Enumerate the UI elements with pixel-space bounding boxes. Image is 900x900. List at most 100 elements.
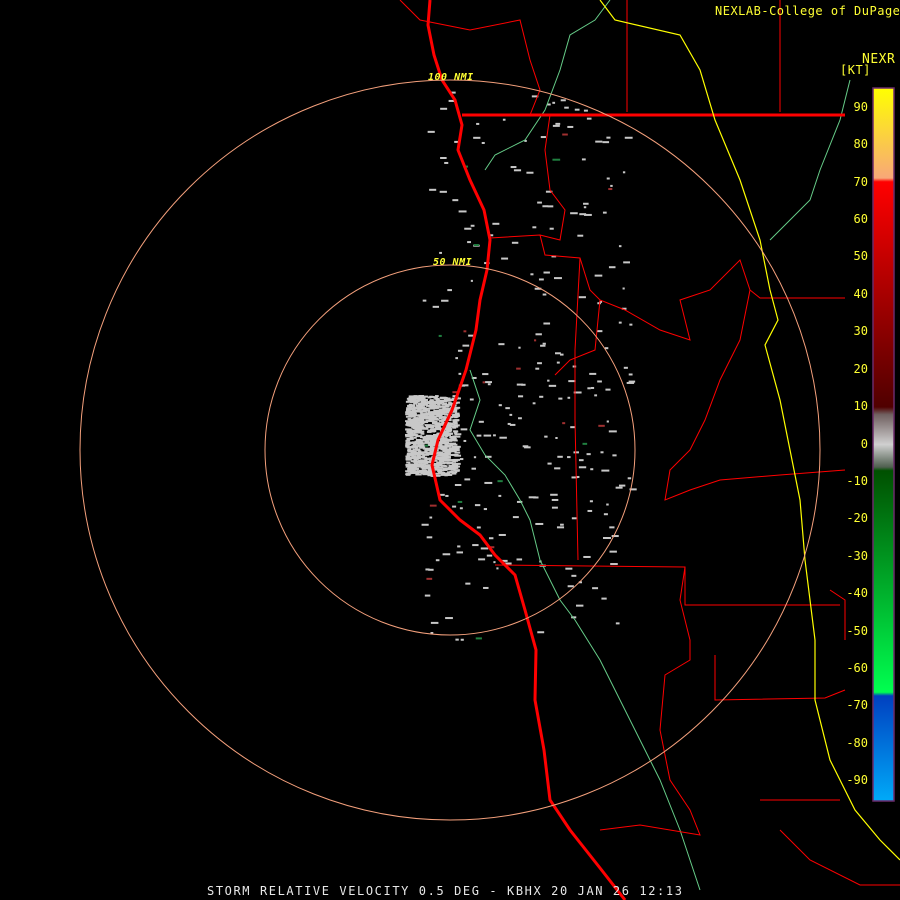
echo-pixel [454, 419, 460, 422]
echo-pixel [610, 184, 613, 187]
echo-pixel [427, 425, 431, 428]
echo-pixel [411, 413, 417, 416]
echo-pixel [428, 441, 436, 444]
echo-pixel [441, 421, 445, 424]
echo-pixel [467, 241, 471, 244]
echo-pixel [436, 454, 443, 457]
colorbar-tick-label: 40 [853, 286, 868, 301]
echo-pixel [548, 384, 557, 387]
echo-pixel [526, 171, 534, 174]
echo-pixel [539, 395, 544, 398]
colorbar-tick-label: -70 [846, 698, 868, 713]
echo-pixel [555, 437, 558, 440]
echo-pixel [554, 277, 562, 280]
echo-pixel [470, 224, 475, 227]
echo-pixel [425, 568, 430, 571]
colorbar-tick-label: 70 [853, 174, 868, 189]
echo-pixel [547, 205, 554, 208]
echo-pixel [464, 227, 472, 230]
echo-pixel [409, 456, 414, 459]
echo-pixel [452, 505, 457, 508]
echo-pixel [412, 421, 420, 424]
echo-pixel [478, 420, 484, 423]
echo-pixel [442, 407, 446, 410]
echo-pixel [430, 435, 437, 438]
echo-pixel [445, 445, 451, 448]
echo-pixel [567, 456, 571, 459]
county-border [399, 0, 541, 116]
echo-pixel [481, 141, 485, 144]
echo-pixel [603, 513, 608, 516]
colorbar-tick-label: 30 [853, 324, 868, 339]
echo-pixel [453, 422, 458, 425]
echo-pixel [501, 257, 509, 260]
echo-pixel [552, 101, 556, 104]
echo-pixel [521, 383, 526, 386]
echo-pixel [460, 638, 464, 641]
echo-pixel [420, 472, 425, 475]
echo-pixel [426, 434, 432, 437]
echo-pixel [478, 558, 486, 561]
echo-pixel [510, 166, 517, 169]
echo-pixel [405, 408, 411, 411]
echo-pixel [453, 465, 461, 468]
echo-pixel [493, 561, 496, 564]
echo-pixel [431, 417, 437, 420]
echo-pixel [439, 460, 445, 463]
echo-pixel [555, 352, 561, 355]
echo-pixel [473, 456, 477, 459]
echo-pixel [556, 526, 565, 529]
echo-pixel [422, 409, 428, 412]
echo-pixel [550, 493, 558, 496]
echo-pixel [596, 330, 603, 333]
echo-pixel [435, 422, 443, 425]
echo-pixel [498, 533, 506, 536]
echo-pixel [475, 637, 482, 640]
echo-pixel [468, 334, 474, 337]
echo-pixel [440, 400, 444, 403]
echo-pixel [618, 321, 622, 324]
echo-pixel [543, 271, 550, 274]
echo-pixel [582, 442, 588, 445]
echo-pixel [574, 108, 580, 111]
echo-pixel [405, 400, 410, 403]
echo-pixel [425, 437, 432, 440]
colorbar-tick-label: -90 [846, 773, 868, 788]
echo-pixel [441, 438, 449, 441]
echo-pixel [598, 424, 605, 427]
echo-pixel [618, 245, 622, 248]
echo-pixel [406, 446, 414, 449]
echo-pixel [594, 274, 603, 277]
echo-pixel [426, 577, 433, 580]
units-label: [KT] [840, 63, 871, 77]
echo-pixel [610, 563, 618, 566]
echo-pixel [407, 450, 414, 453]
echo-pixel [498, 343, 505, 346]
echo-pixel [476, 122, 480, 125]
echo-pixel [432, 305, 440, 308]
colorbar-tick-label: 50 [853, 249, 868, 264]
echo-pixel [414, 463, 421, 466]
echo-pixel [435, 474, 441, 477]
echo-pixel [458, 210, 467, 213]
echo-pixel [600, 451, 604, 454]
echo-pixel [623, 366, 628, 369]
echo-pixel [412, 418, 418, 421]
echo-pixel [439, 446, 444, 449]
echo-pixel [549, 227, 554, 230]
echo-pixel [505, 407, 510, 410]
echo-pixel [551, 506, 558, 509]
echo-pixel [453, 471, 458, 474]
echo-pixel [444, 161, 449, 164]
echo-pixel [420, 401, 428, 404]
echo-pixel [447, 289, 452, 292]
echo-pixel [419, 421, 425, 424]
echo-pixel [439, 469, 444, 472]
echo-pixel [442, 553, 451, 556]
echo-pixel [406, 453, 411, 456]
echo-pixel [473, 244, 479, 247]
echo-pixel [419, 459, 425, 462]
echo-pixel [435, 398, 440, 401]
echo-pixel [422, 456, 428, 459]
echo-pixel [412, 410, 416, 413]
